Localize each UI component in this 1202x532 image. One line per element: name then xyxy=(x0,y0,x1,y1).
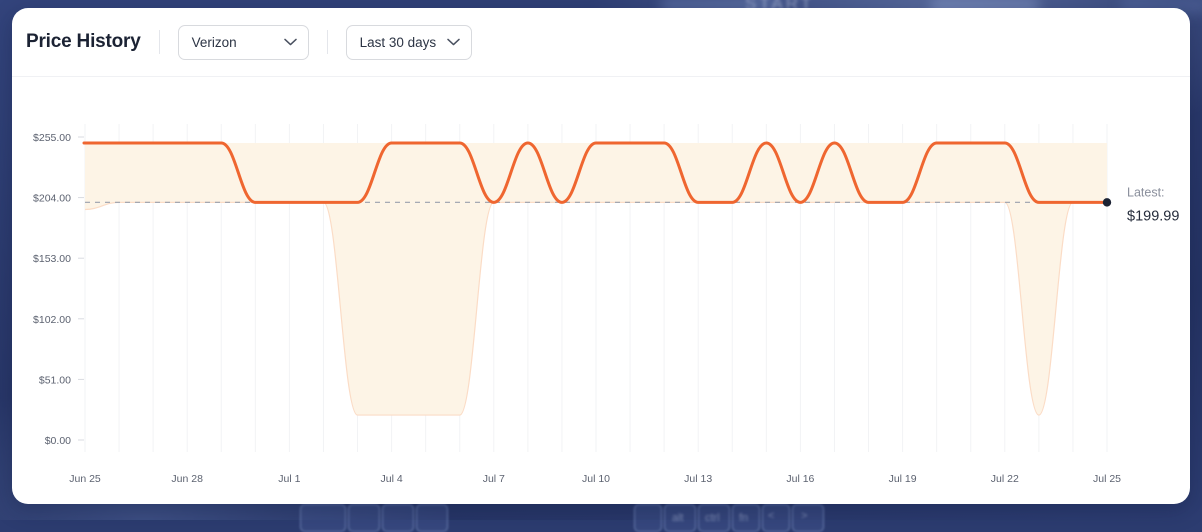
x-axis-tick-label: Jul 25 xyxy=(1093,473,1121,485)
chevron-down-icon xyxy=(284,38,297,46)
backdrop-key xyxy=(762,504,790,532)
y-axis-tick-label: $51.00 xyxy=(39,374,71,386)
latest-point-marker xyxy=(1103,198,1111,206)
backdrop-key xyxy=(792,504,824,532)
price-history-card: Price History Verizon Last 30 days $255.… xyxy=(12,8,1190,504)
x-axis-tick-label: Jul 10 xyxy=(582,473,610,485)
latest-value: $199.99 xyxy=(1127,208,1179,224)
x-axis-tick-label: Jun 28 xyxy=(171,473,203,485)
carrier-select[interactable]: Verizon xyxy=(178,25,309,60)
backdrop-key-glyph: ctrl xyxy=(705,512,720,524)
date-range-select[interactable]: Last 30 days xyxy=(346,25,472,60)
chevron-down-icon xyxy=(447,38,460,46)
chart-canvas: $255.00$204.00$153.00$102.00$51.00$0.00 … xyxy=(12,77,1190,504)
header-divider-2 xyxy=(327,30,328,54)
card-header: Price History Verizon Last 30 days xyxy=(12,8,1190,77)
backdrop-key xyxy=(300,504,346,532)
backdrop-key xyxy=(348,504,380,532)
backdrop-key-glyph: < xyxy=(768,510,774,522)
x-axis-tick-label: Jul 1 xyxy=(278,473,300,485)
y-axis-tick-label: $153.00 xyxy=(33,253,71,265)
x-axis-tick-label: Jun 25 xyxy=(69,473,101,485)
x-axis-tick-label: Jul 4 xyxy=(381,473,403,485)
latest-caption: Latest: xyxy=(1127,185,1165,199)
backdrop-key xyxy=(416,504,448,532)
x-axis-tick-label: Jul 13 xyxy=(684,473,712,485)
y-axis-tick-labels: $255.00 $204.00 $153.00 $102.00 $51.00 $0.00 xyxy=(33,132,84,447)
date-range-select-value: Last 30 days xyxy=(360,35,437,50)
backdrop-key-glyph: > xyxy=(801,510,807,522)
y-axis-tick-label: $255.00 xyxy=(33,132,71,144)
backdrop-key xyxy=(634,504,662,532)
header-divider-1 xyxy=(159,30,160,54)
x-axis-tick-labels: Jun 25 Jun 28 Jul 1 Jul 4 Jul 7 Jul 10 Jul 13 J… xyxy=(69,473,1121,485)
backdrop-key-glyph: alt xyxy=(672,512,684,524)
carrier-select-value: Verizon xyxy=(192,35,237,50)
y-axis-tick-label: $0.00 xyxy=(45,435,71,447)
y-axis-tick-label: $204.00 xyxy=(33,193,71,205)
x-axis-tick-label: Jul 19 xyxy=(889,473,917,485)
backdrop-key xyxy=(382,504,414,532)
price-history-chart: $255.00$204.00$153.00$102.00$51.00$0.00 … xyxy=(12,77,1190,504)
x-axis-tick-label: Jul 7 xyxy=(483,473,505,485)
y-axis-tick-label: $102.00 xyxy=(33,314,71,326)
page-title: Price History xyxy=(26,31,141,53)
backdrop-key-glyph: fn xyxy=(739,512,748,524)
x-axis-tick-label: Jul 22 xyxy=(991,473,1019,485)
x-axis-tick-label: Jul 16 xyxy=(786,473,814,485)
